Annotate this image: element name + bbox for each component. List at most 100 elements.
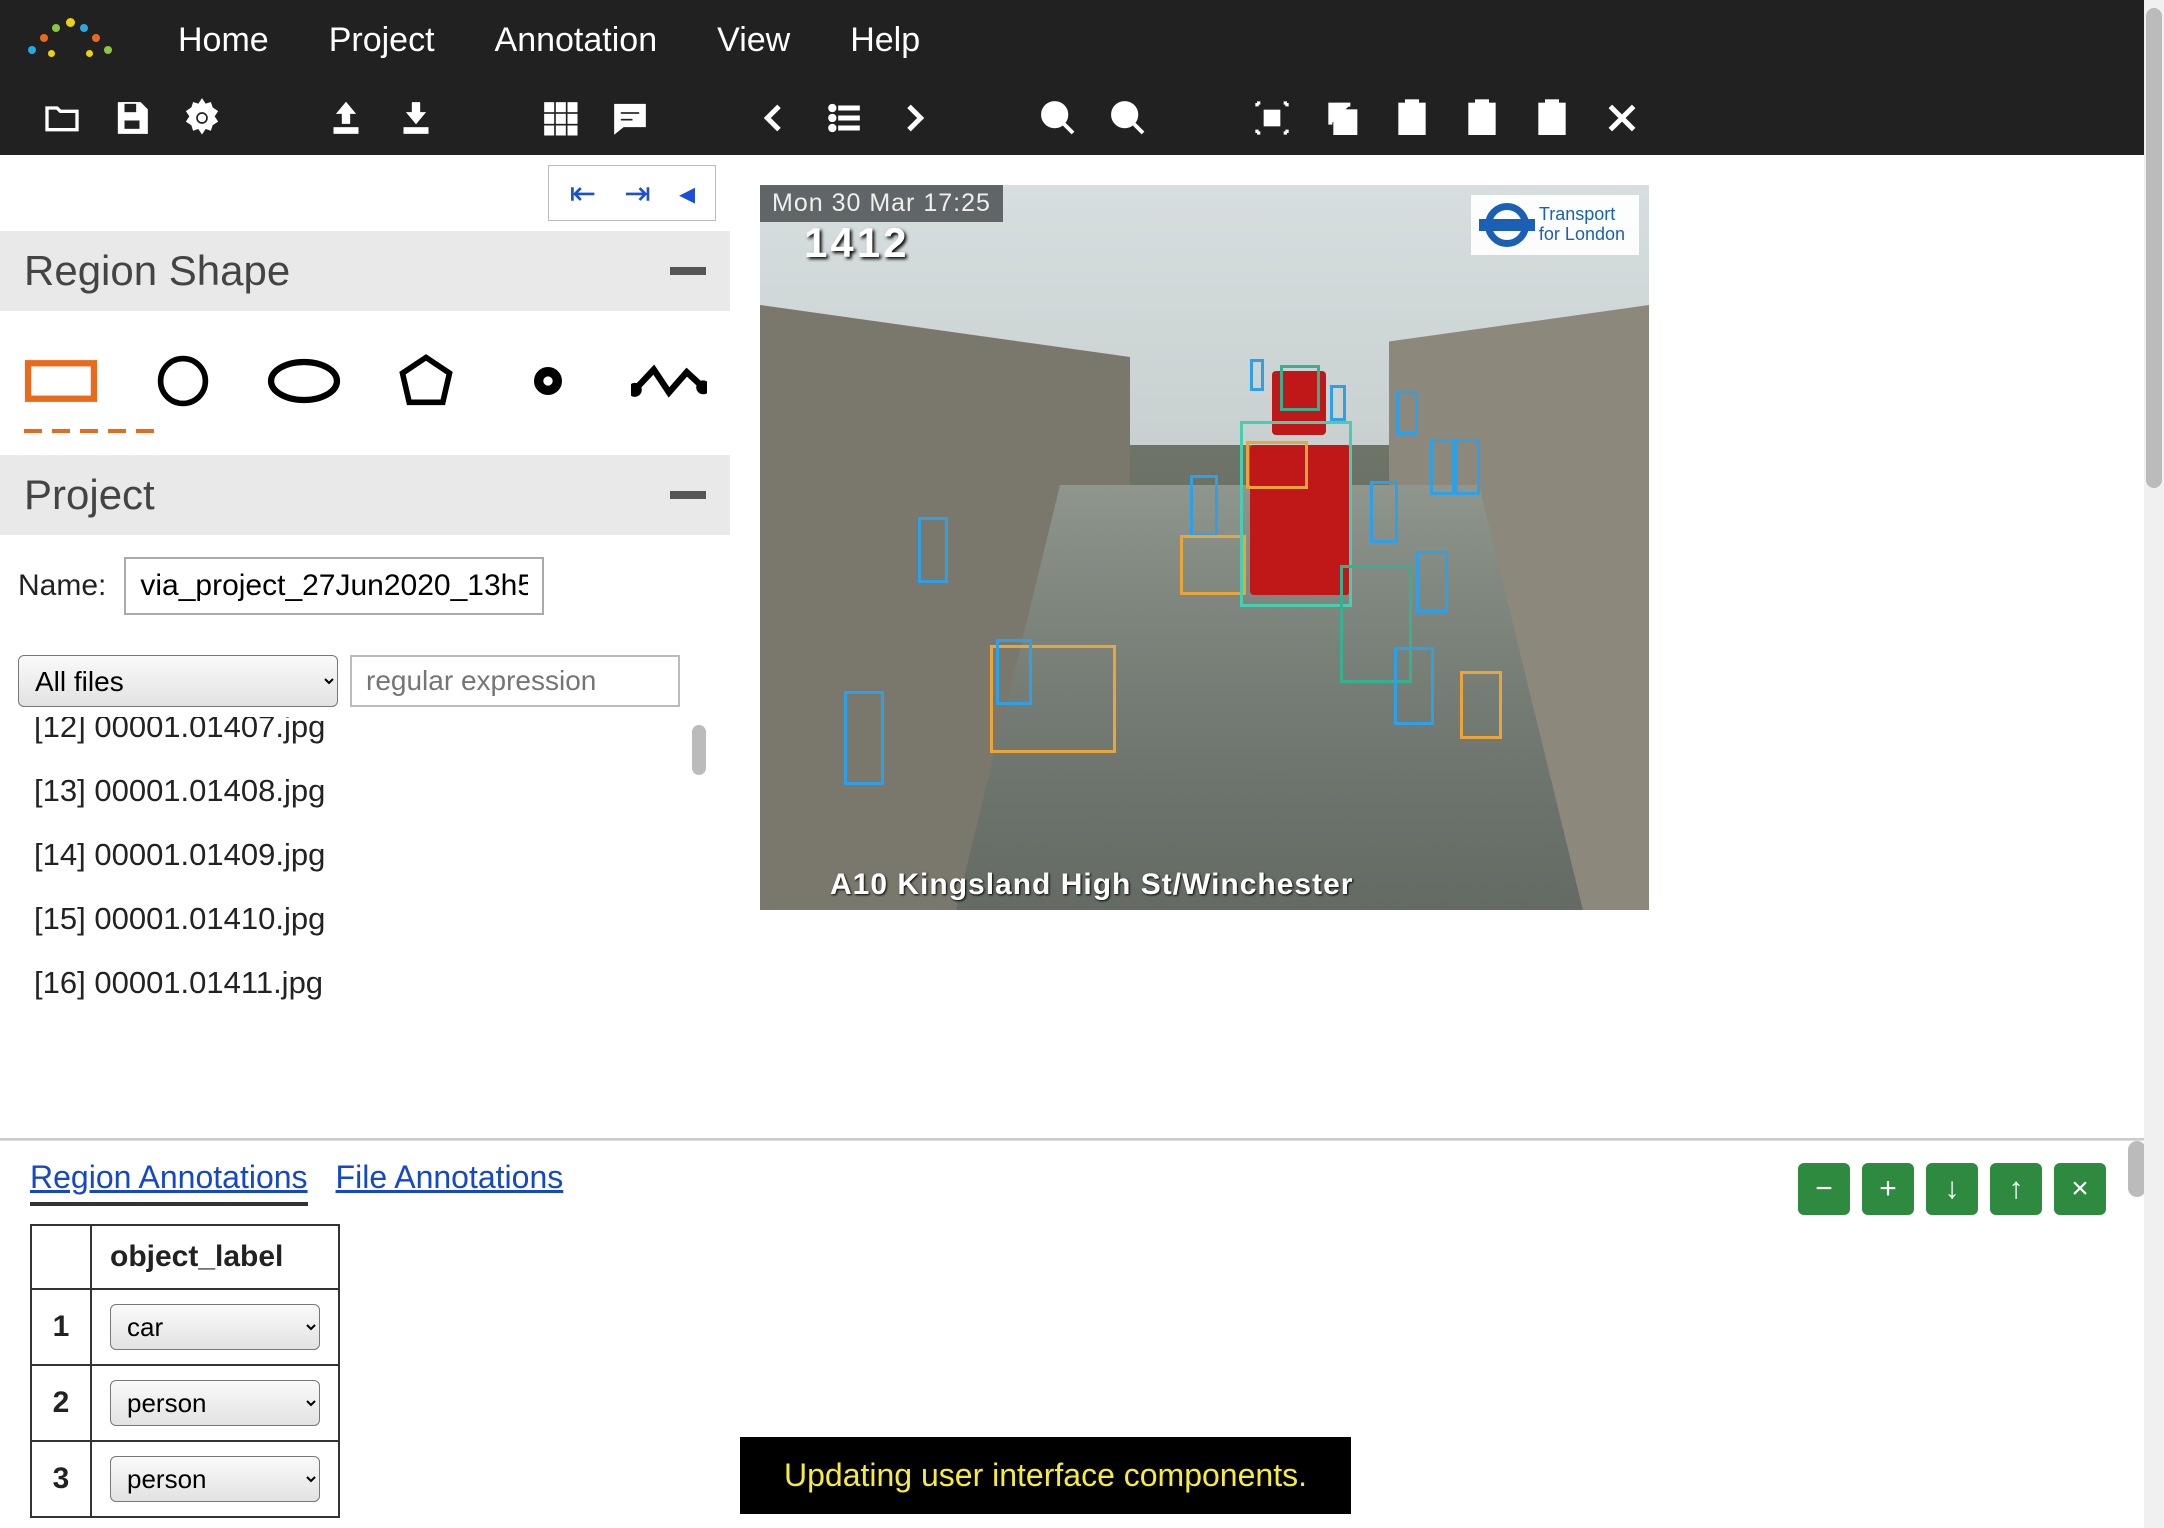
object-label-header: object_label — [91, 1225, 339, 1289]
bbox-bus[interactable] — [1280, 365, 1320, 411]
shape-polygon-button[interactable] — [387, 351, 465, 411]
file-list-scrollbar[interactable] — [692, 717, 706, 1007]
annotated-image[interactable]: Mon 30 Mar 17:25 1412 A10 Kingsland High… — [760, 185, 1649, 910]
bbox-person[interactable] — [1394, 647, 1434, 725]
list-item[interactable]: [12] 00001.01407.jpg — [30, 717, 712, 759]
project-panel-body: Name: All files [12] 00001.01407.jpg [13… — [0, 535, 730, 1017]
paste-n-button[interactable]: n — [1460, 96, 1504, 140]
menu-view[interactable]: View — [717, 21, 790, 60]
shape-selection-indicator — [0, 429, 730, 455]
shape-polyline-button[interactable] — [630, 351, 708, 411]
shape-rect-button[interactable] — [22, 351, 100, 411]
prev-image-button[interactable] — [752, 96, 796, 140]
table-row[interactable]: 3 person — [31, 1441, 339, 1517]
svg-text:n: n — [1477, 111, 1486, 130]
page-scrollbar[interactable] — [2144, 0, 2164, 1528]
workspace: ⇤ ⇥ ◂ Region Shape Projec — [0, 155, 2164, 1140]
frame-counter-overlay: 1412 — [804, 219, 909, 267]
annotations-panel-button[interactable] — [608, 96, 652, 140]
paste-regions-button[interactable] — [1390, 96, 1434, 140]
list-item[interactable]: [14] 00001.01409.jpg — [30, 823, 712, 887]
collapse-icon[interactable] — [670, 267, 706, 275]
app-logo — [28, 16, 118, 64]
last-region-icon[interactable]: ⇥ — [624, 174, 651, 212]
next-image-button[interactable] — [892, 96, 936, 140]
delete-regions-button[interactable] — [1530, 96, 1574, 140]
shape-circle-button[interactable] — [144, 351, 222, 411]
list-item[interactable]: [13] 00001.01408.jpg — [30, 759, 712, 823]
settings-button[interactable] — [180, 96, 224, 140]
region-shape-panel-header[interactable]: Region Shape — [0, 231, 730, 311]
first-region-icon[interactable]: ⇤ — [569, 174, 596, 212]
copy-regions-button[interactable] — [1320, 96, 1364, 140]
table-row[interactable]: 2 person — [31, 1365, 339, 1441]
bbox-person[interactable] — [1190, 475, 1218, 537]
bbox-person[interactable] — [1370, 481, 1398, 543]
project-panel-header[interactable]: Project — [0, 455, 730, 535]
save-project-button[interactable] — [110, 96, 154, 140]
toolbar: n — [0, 80, 2164, 155]
menubar: Home Project Annotation View Help — [0, 0, 2164, 80]
import-button[interactable] — [324, 96, 368, 140]
bbox-car[interactable] — [1460, 671, 1502, 739]
shape-point-button[interactable] — [509, 351, 587, 411]
list-item[interactable]: [15] 00001.01410.jpg — [30, 887, 712, 951]
bbox-person[interactable] — [1430, 439, 1458, 495]
select-all-regions-button[interactable] — [1250, 96, 1294, 140]
project-name-input[interactable] — [124, 557, 544, 615]
timestamp-overlay: Mon 30 Mar 17:25 — [760, 185, 1003, 222]
add-row-button[interactable]: + — [1862, 1163, 1914, 1215]
project-name-label: Name: — [18, 569, 106, 603]
tab-file-annotations[interactable]: File Annotations — [336, 1159, 564, 1206]
close-button[interactable] — [1600, 96, 1644, 140]
zoom-in-button[interactable] — [1036, 96, 1080, 140]
bbox-traffic[interactable] — [1396, 391, 1418, 435]
region-shape-panel-body — [0, 311, 730, 455]
object-label-select[interactable]: person — [110, 1380, 320, 1426]
move-down-button[interactable]: ↓ — [1926, 1163, 1978, 1215]
roundel-icon — [1485, 203, 1529, 247]
canvas-area: Mon 30 Mar 17:25 1412 A10 Kingsland High… — [730, 155, 2164, 1138]
annotation-panel-buttons: − + ↓ ↑ × — [1798, 1163, 2106, 1215]
bbox-person[interactable] — [918, 517, 948, 583]
open-project-button[interactable] — [40, 96, 84, 140]
close-panel-button[interactable]: × — [2054, 1163, 2106, 1215]
export-button[interactable] — [394, 96, 438, 140]
bbox-person[interactable] — [844, 691, 884, 785]
collapse-icon[interactable] — [670, 491, 706, 499]
bbox-truck[interactable] — [1240, 421, 1352, 607]
sidebar: ⇤ ⇥ ◂ Region Shape Projec — [0, 155, 730, 1138]
object-label-select[interactable]: car — [110, 1304, 320, 1350]
region-shape-title: Region Shape — [24, 247, 290, 295]
source-logo-overlay: Transportfor London — [1471, 195, 1639, 255]
table-row[interactable]: 1 car — [31, 1289, 339, 1365]
annotations-table: object_label 1 car 2 person 3 person — [30, 1224, 340, 1518]
zoom-out-button[interactable] — [1106, 96, 1150, 140]
project-title: Project — [24, 471, 155, 519]
image-list-button[interactable] — [822, 96, 866, 140]
caption-overlay: A10 Kingsland High St/Winchester — [830, 868, 1353, 902]
object-label-select[interactable]: person — [110, 1456, 320, 1502]
menu-annotation[interactable]: Annotation — [495, 21, 658, 60]
bbox-person[interactable] — [1416, 551, 1448, 613]
shape-ellipse-button[interactable] — [265, 351, 343, 411]
bbox-traffic[interactable] — [1330, 385, 1346, 421]
bbox-traffic[interactable] — [1250, 359, 1264, 391]
bbox-car[interactable] — [1180, 535, 1246, 595]
remove-row-button[interactable]: − — [1798, 1163, 1850, 1215]
image-nav-bar: ⇤ ⇥ ◂ — [0, 155, 730, 231]
menu-home[interactable]: Home — [178, 21, 269, 60]
grid-view-button[interactable] — [538, 96, 582, 140]
file-filter-select[interactable]: All files — [18, 655, 338, 707]
status-toast: Updating user interface components. — [740, 1437, 1351, 1514]
row-index-header — [31, 1225, 91, 1289]
file-list[interactable]: [12] 00001.01407.jpg [13] 00001.01408.jp… — [18, 717, 712, 1007]
file-regex-input[interactable] — [350, 655, 680, 707]
tab-region-annotations[interactable]: Region Annotations — [30, 1159, 308, 1206]
menu-help[interactable]: Help — [850, 21, 920, 60]
menu-project[interactable]: Project — [329, 21, 435, 60]
list-item[interactable]: [16] 00001.01411.jpg — [30, 951, 712, 1007]
bbox-person[interactable] — [996, 639, 1032, 705]
move-up-button[interactable]: ↑ — [1990, 1163, 2042, 1215]
collapse-nav-icon[interactable]: ◂ — [679, 174, 695, 212]
